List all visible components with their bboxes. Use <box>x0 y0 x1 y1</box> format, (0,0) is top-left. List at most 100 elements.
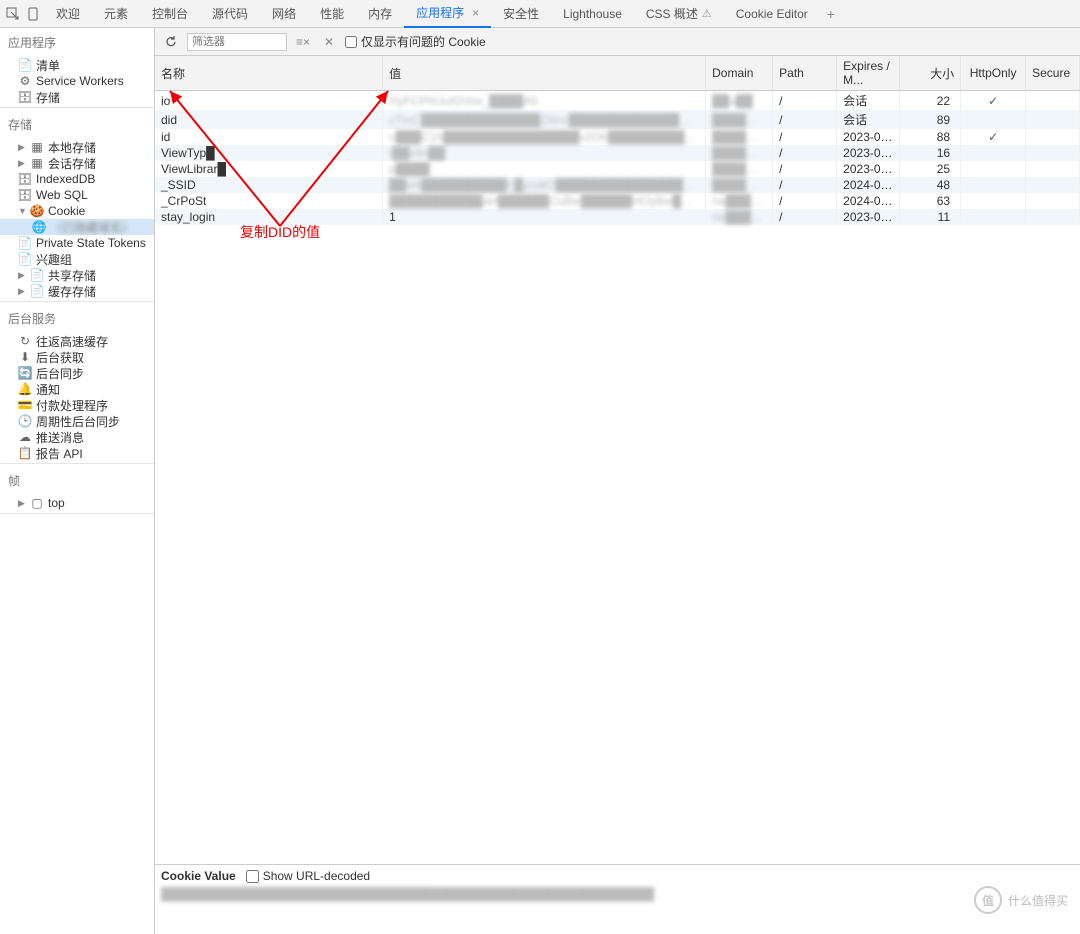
only-issues-checkbox[interactable]: 仅显示有问题的 Cookie <box>345 33 486 50</box>
sidebar-item[interactable]: 🗄IndexedDB <box>0 171 154 187</box>
table-cell: ███████████aH██████CuBw██████HOyBw██████… <box>383 193 706 209</box>
doc-icon: 📄 <box>30 268 44 282</box>
db-icon: 🗄 <box>18 172 32 186</box>
sidebar-item[interactable]: 🌐（已隐藏域名） <box>0 219 154 235</box>
table-cell: / <box>773 91 837 111</box>
sidebar-item[interactable]: 🔔通知 <box>0 381 154 397</box>
sidebar-item[interactable]: ▶▢top <box>0 495 154 511</box>
cookie-panel: ≡× ✕ 仅显示有问题的 Cookie 名称值DomainPathExpires… <box>155 28 1080 934</box>
expand-arrow-icon[interactable]: ▶ <box>18 286 26 297</box>
table-cell: 2024-06-23... <box>837 177 900 193</box>
table-row[interactable]: ViewLibrar█p████████████/2023-07-19...25 <box>155 161 1080 177</box>
tab-11[interactable]: Cookie Editor <box>724 0 820 28</box>
tab-1[interactable]: 元素 <box>92 0 140 28</box>
clear-filter-icon[interactable]: ≡× <box>293 32 313 52</box>
refresh-icon[interactable] <box>161 32 181 52</box>
sidebar-item[interactable]: ⬇后台获取 <box>0 349 154 365</box>
download-icon: ⬇ <box>18 350 32 364</box>
table-cell: id <box>155 129 383 145</box>
sidebar-item[interactable]: 🗄Web SQL <box>0 187 154 203</box>
sidebar-item-label: 本地存储 <box>48 139 96 156</box>
tab-6[interactable]: 内存 <box>356 0 404 28</box>
sidebar-item[interactable]: ▶▦会话存储 <box>0 155 154 171</box>
table-cell <box>1026 193 1080 209</box>
table-header-cell[interactable]: 大小 <box>900 56 961 91</box>
sidebar-item[interactable]: ▶▦本地存储 <box>0 139 154 155</box>
sidebar-item[interactable]: 📄Private State Tokens <box>0 235 154 251</box>
add-tab-icon[interactable]: + <box>822 5 840 23</box>
table-row[interactable]: ioHyFCPhUuIGVox_████A5██a██/会话22✓ <box>155 91 1080 111</box>
table-row[interactable]: stay_login1na███r███/2023-08-23...11 <box>155 209 1080 225</box>
expand-arrow-icon[interactable]: ▶ <box>18 270 26 281</box>
tab-8[interactable]: 安全性 <box>491 0 551 28</box>
table-cell: ██w9██████████E█yrsM2███████████████████ <box>383 177 706 193</box>
tab-5[interactable]: 性能 <box>308 0 356 28</box>
doc-icon: 📄 <box>18 236 32 250</box>
inspect-icon[interactable] <box>4 5 22 23</box>
table-header-cell[interactable]: 名称 <box>155 56 383 91</box>
table-cell: / <box>773 129 837 145</box>
sidebar-item[interactable]: ▼🍪Cookie <box>0 203 154 219</box>
table-row[interactable]: _SSID██w9██████████E█yrsM2██████████████… <box>155 177 1080 193</box>
sidebar-item[interactable]: 🔄后台同步 <box>0 365 154 381</box>
sidebar-item-label: 存储 <box>36 89 60 106</box>
table-cell: 2024-06-23... <box>837 193 900 209</box>
table-cell: stay_login <box>155 209 383 225</box>
table-row[interactable]: ViewTyp█t██elin██████████/2023-07-19...1… <box>155 145 1080 161</box>
table-header-cell[interactable]: Domain <box>706 56 773 91</box>
tab-0[interactable]: 欢迎 <box>44 0 92 28</box>
table-cell: 2023-07-19... <box>837 145 900 161</box>
sidebar-item[interactable]: 💳付款处理程序 <box>0 397 154 413</box>
table-cell: did <box>155 110 383 129</box>
device-icon[interactable] <box>24 5 42 23</box>
tab-10[interactable]: CSS 概述⚠ <box>634 0 724 28</box>
table-header-cell[interactable]: Expires / M... <box>837 56 900 91</box>
table-cell <box>961 177 1026 193</box>
table-header-cell[interactable]: Path <box>773 56 837 91</box>
delete-all-icon[interactable]: ✕ <box>319 32 339 52</box>
expand-arrow-icon[interactable]: ▶ <box>18 142 26 153</box>
sidebar-item-label: 缓存存储 <box>48 283 96 300</box>
cookie-value-title: Cookie Value <box>161 869 236 883</box>
table-row[interactable]: _CrPoSt███████████aH██████CuBw██████HOyB… <box>155 193 1080 209</box>
url-decoded-checkbox[interactable]: Show URL-decoded <box>246 869 370 883</box>
tab-3[interactable]: 源代码 <box>200 0 260 28</box>
expand-arrow-icon[interactable]: ▶ <box>18 158 26 169</box>
tab-2[interactable]: 控制台 <box>140 0 200 28</box>
only-issues-label: 仅显示有问题的 Cookie <box>361 33 486 50</box>
sidebar-item[interactable]: 🗄存储 <box>0 89 154 105</box>
sidebar-item[interactable]: 📄清单 <box>0 57 154 73</box>
table-cell: 2023-07-01... <box>837 129 900 145</box>
expand-arrow-icon[interactable]: ▶ <box>18 498 26 509</box>
sidebar-item[interactable]: ▶📄缓存存储 <box>0 283 154 299</box>
table-header-cell[interactable]: Secure <box>1026 56 1080 91</box>
sidebar-item-label: 通知 <box>36 381 60 398</box>
close-tab-icon[interactable]: × <box>472 6 479 20</box>
sidebar-item[interactable]: ↻往返高速缓存 <box>0 333 154 349</box>
table-cell: 2023-07-19... <box>837 161 900 177</box>
expand-arrow-icon[interactable]: ▼ <box>18 206 26 216</box>
table-cell: na█████ <box>706 193 773 209</box>
table-cell <box>1026 177 1080 193</box>
table-cell: / <box>773 161 837 177</box>
tab-7[interactable]: 应用程序× <box>404 0 491 28</box>
table-row[interactable]: didcTtnC██████████████ZNnc██████████████… <box>155 110 1080 129</box>
table-row[interactable]: idu███C1h████████████████v2Oh██████████X… <box>155 129 1080 145</box>
sidebar-item[interactable]: ☁推送消息 <box>0 429 154 445</box>
sidebar-item[interactable]: ⚙Service Workers <box>0 73 154 89</box>
sidebar-item-label: 推送消息 <box>36 429 84 446</box>
table-cell: / <box>773 177 837 193</box>
tab-9[interactable]: Lighthouse <box>551 0 634 28</box>
table-cell <box>1026 110 1080 129</box>
table-cell: cTtnC██████████████ZNnc█████████████████… <box>383 110 706 129</box>
sidebar-item[interactable]: 📄兴趣组 <box>0 251 154 267</box>
table-cell: na███r███ <box>706 209 773 225</box>
table-header-cell[interactable]: HttpOnly <box>961 56 1026 91</box>
sidebar-item[interactable]: ▶📄共享存储 <box>0 267 154 283</box>
grid-icon: ▦ <box>30 156 44 170</box>
sidebar-item[interactable]: 📋报告 API <box>0 445 154 461</box>
sidebar-item[interactable]: 🕒周期性后台同步 <box>0 413 154 429</box>
tab-4[interactable]: 网络 <box>260 0 308 28</box>
filter-input[interactable] <box>187 33 287 51</box>
table-header-cell[interactable]: 值 <box>383 56 706 91</box>
